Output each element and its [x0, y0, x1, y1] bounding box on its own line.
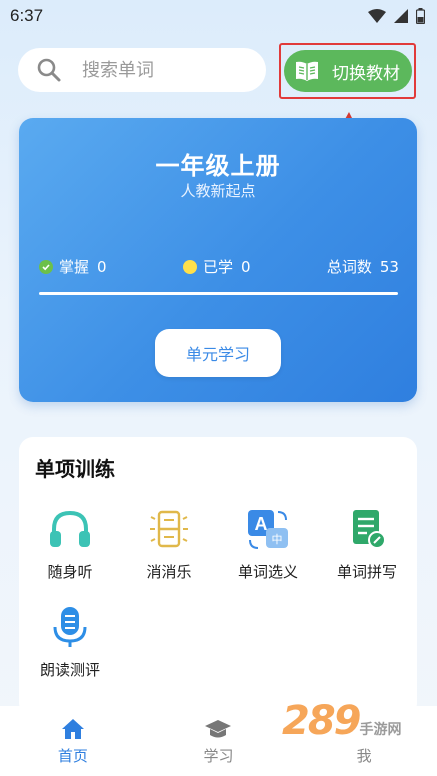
nav-study[interactable]: 学习	[158, 717, 278, 766]
wifi-icon	[368, 9, 386, 23]
nav-study-label: 学习	[203, 746, 234, 765]
watermark-number: 289	[282, 698, 361, 744]
microphone-icon	[53, 607, 87, 647]
tile-label: 单词选义	[237, 563, 298, 581]
highlight-box: 切换教材	[279, 43, 416, 99]
training-title: 单项训练	[35, 457, 115, 481]
eliminate-game-icon	[150, 510, 188, 548]
textbook-title: 一年级上册	[155, 152, 281, 180]
stat-learned: 已学 0	[182, 256, 251, 277]
check-circle-icon	[39, 259, 53, 274]
stat-learned-value: 0	[240, 257, 251, 276]
yellow-dot-icon	[182, 259, 197, 274]
tile-label: 朗读测评	[39, 661, 100, 679]
stat-total-value: 53	[379, 257, 399, 276]
stat-learned-label: 已学	[202, 258, 233, 276]
graduation-cap-icon	[205, 719, 232, 737]
textbook-card: 一年级上册 人教新起点 掌握 0 已学 0 总词数 53 单元学习	[19, 118, 417, 402]
training-section: 单项训练 随身听 消消乐 A 中 单词选义 单词拼写 朗读测评	[19, 437, 417, 717]
status-time: 6:37	[10, 6, 44, 25]
tile-reading-test[interactable]: 朗读测评	[20, 605, 120, 685]
stats-row: 掌握 0 已学 0 总词数 53	[39, 256, 399, 277]
svg-text:A: A	[255, 514, 268, 534]
switch-textbook-button[interactable]: 切换教材	[284, 50, 412, 92]
status-bar: 6:37	[0, 0, 437, 32]
home-icon	[61, 718, 84, 739]
battery-icon	[416, 8, 425, 24]
tile-portable-listening[interactable]: 随身听	[20, 507, 120, 587]
status-icons	[368, 8, 425, 24]
stat-total: 总词数 53	[327, 256, 399, 277]
tile-label: 随身听	[47, 563, 93, 581]
stat-mastered: 掌握 0	[39, 256, 107, 277]
svg-text:中: 中	[272, 533, 283, 546]
search-input[interactable]	[82, 59, 232, 81]
search-icon	[37, 58, 61, 82]
tile-word-spelling[interactable]: 单词拼写	[317, 507, 417, 587]
stat-total-label: 总词数	[326, 258, 372, 276]
search-box[interactable]	[18, 48, 266, 92]
tile-word-meaning[interactable]: A 中 单词选义	[218, 507, 318, 587]
progress-bar	[39, 292, 398, 295]
translate-icon: A 中	[248, 510, 288, 549]
tile-eliminate-game[interactable]: 消消乐	[119, 507, 219, 587]
stat-mastered-value: 0	[97, 257, 107, 276]
textbook-edition: 人教新起点	[180, 182, 256, 200]
tile-label: 单词拼写	[336, 563, 397, 581]
watermark-logo: 289手游网	[282, 698, 402, 744]
book-icon	[296, 61, 318, 81]
headphones-icon	[50, 510, 90, 547]
nav-home[interactable]: 首页	[13, 717, 133, 766]
watermark-text: 手游网	[359, 722, 402, 738]
tile-label: 消消乐	[146, 563, 192, 581]
unit-study-button[interactable]: 单元学习	[155, 329, 281, 377]
nav-home-label: 首页	[57, 746, 88, 765]
spelling-icon	[353, 510, 386, 549]
signal-icon	[394, 9, 408, 23]
nav-me-label: 我	[356, 746, 372, 765]
switch-textbook-label: 切换教材	[332, 63, 400, 84]
stat-mastered-label: 掌握	[59, 258, 90, 276]
